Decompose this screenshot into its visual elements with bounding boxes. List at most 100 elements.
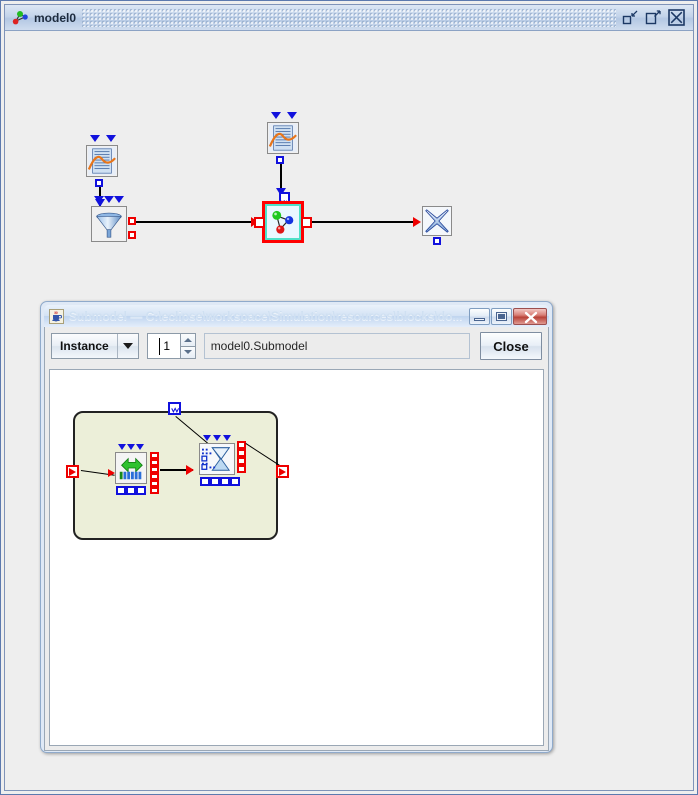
close-button[interactable] [668,9,685,26]
block-output-port-1[interactable] [128,217,136,225]
minimize-button[interactable] [469,307,490,325]
spinner-decrement-button[interactable] [179,345,196,359]
titlebar-texture [82,8,616,27]
submodel-boundary[interactable] [73,411,278,540]
delay-output-port[interactable] [237,441,246,449]
wire-submodel-to-sink [308,221,417,223]
delay-bottom-port[interactable] [230,477,240,486]
x-cross-icon [423,207,451,235]
delay-output-port[interactable] [237,465,246,473]
queue-bottom-port[interactable] [116,486,126,495]
delay-output-ports [237,441,246,473]
close-button[interactable] [513,307,547,325]
distribution-block-left[interactable] [86,145,118,177]
submodel-dialog: Submodel — C:\eclipse\workspace\Simulati… [40,301,553,753]
mode-select[interactable]: Instance [51,333,139,359]
submodel-parameter-port-top[interactable] [168,402,181,415]
wire-queue-arrow [108,469,115,477]
queue-output-port[interactable] [150,473,159,480]
queue-bottom-ports [116,486,146,495]
param-triangle[interactable] [223,435,231,441]
param-triangle[interactable] [90,135,100,142]
restore-down-button[interactable] [622,9,639,26]
histogram-distribution-icon [87,146,117,176]
queue-output-port[interactable] [150,487,159,494]
queue-bottom-port[interactable] [126,486,136,495]
queue-output-port[interactable] [150,452,159,459]
delay-bottom-ports [200,477,240,486]
main-window: model0 Submodel — C:\eclipse\workspace\S… [0,0,698,795]
param-triangle[interactable] [104,196,114,203]
maximize-button[interactable] [645,9,662,26]
param-triangle[interactable] [106,135,116,142]
param-triangle[interactable] [271,112,281,119]
param-triangle[interactable] [136,444,144,450]
param-triangle[interactable] [94,196,104,203]
screen-root: model0 Submodel — C:\eclipse\workspace\S… [0,0,698,795]
delay-bottom-port[interactable] [200,477,210,486]
param-triangle[interactable] [127,444,135,450]
dialog-body: Instance 1 model0.Submodel Close [44,327,549,751]
main-window-title: model0 [34,10,77,25]
mode-select-value: Instance [60,339,109,353]
submodel-input-port-left[interactable] [66,465,79,478]
instance-spinner-field[interactable]: 1 [146,333,180,359]
distribution-block-top[interactable] [267,122,299,154]
submodel-output-port[interactable] [301,217,312,228]
delay-output-port[interactable] [237,449,246,457]
model-spheres-icon [12,10,28,24]
histogram-distribution-icon [268,123,298,153]
submodel-spheres-icon [272,210,294,234]
param-triangle[interactable] [114,196,124,203]
main-window-buttons [622,9,685,26]
sink-terminator-block[interactable] [422,206,452,236]
submodel-path-value: model0.Submodel [210,339,308,353]
wire-sink-arrow [413,217,421,227]
source-funnel-block[interactable] [91,206,127,242]
wire-delay-arrow [186,465,194,475]
param-triangle[interactable] [287,112,297,119]
close-dialog-button[interactable]: Close [480,332,542,360]
chevron-down-icon[interactable] [116,334,138,358]
spinner-increment-button[interactable] [179,333,196,346]
queue-output-port[interactable] [150,459,159,466]
java-coffee-cup-icon [49,308,64,324]
block-output-port[interactable] [276,156,284,164]
submodel-block-inner [265,204,301,240]
funnel-icon [92,207,126,241]
text-caret [158,338,160,355]
dialog-window-buttons [469,307,547,325]
instance-spinner[interactable]: 1 [146,333,196,359]
delay-bottom-port[interactable] [220,477,230,486]
submodel-input-port[interactable] [254,217,265,228]
block-output-port[interactable] [95,179,103,187]
delay-hourglass-block[interactable] [199,443,235,475]
submodel-output-port-right[interactable] [276,465,289,478]
wire-funnel-to-submodel [131,221,259,223]
param-triangle[interactable] [118,444,126,450]
instance-spinner-value: 1 [163,339,171,353]
submodel-path-field[interactable]: model0.Submodel [203,333,470,359]
dialog-toolbar: Instance 1 model0.Submodel Close [45,327,548,365]
spinner-buttons [179,333,196,359]
green-arrow-bars-icon [116,453,146,483]
submodel-block-selected[interactable] [262,201,304,243]
submodel-canvas[interactable] [49,369,544,746]
maximize-button[interactable] [491,307,512,325]
queue-output-ports [150,452,159,494]
model-canvas[interactable]: Submodel — C:\eclipse\workspace\Simulati… [5,31,693,790]
main-window-frame: model0 Submodel — C:\eclipse\workspace\S… [4,4,694,791]
param-triangle[interactable] [203,435,211,441]
param-triangle[interactable] [213,435,221,441]
queue-bottom-port[interactable] [136,486,146,495]
main-window-titlebar[interactable]: model0 [5,5,693,31]
queue-output-port[interactable] [150,480,159,487]
dialog-titlebar[interactable]: Submodel — C:\eclipse\workspace\Simulati… [44,305,549,327]
delay-bottom-port[interactable] [210,477,220,486]
block-output-port-2[interactable] [128,231,136,239]
delay-output-port[interactable] [237,457,246,465]
hourglass-icon [200,444,234,474]
queue-output-port[interactable] [150,466,159,473]
queue-server-block[interactable] [115,452,147,484]
block-bottom-port[interactable] [433,237,441,245]
